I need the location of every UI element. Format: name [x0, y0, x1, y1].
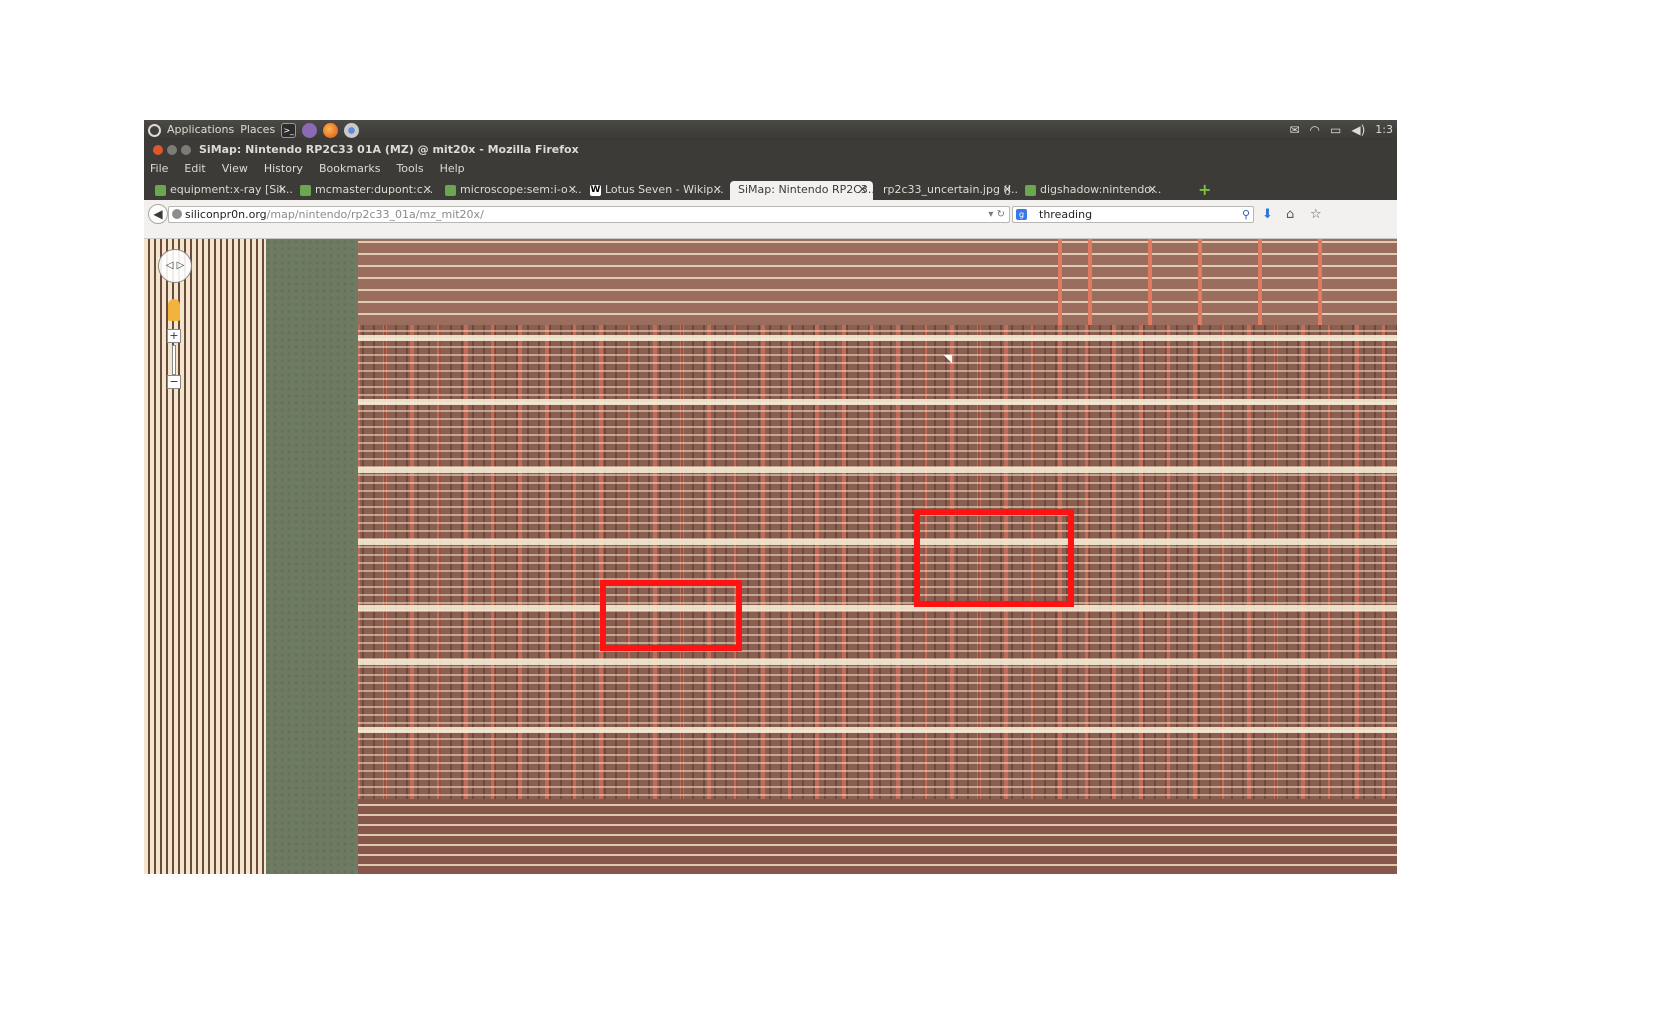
tab-label: rp2c33_uncertain.jpg (J...: [883, 183, 1018, 196]
new-tab-icon[interactable]: +: [1198, 181, 1211, 199]
reload-icon[interactable]: ▾ ↻: [988, 207, 1005, 222]
die-rail: [358, 659, 1397, 665]
die-top-band: [358, 239, 1397, 325]
tab-close-icon[interactable]: ✕: [1148, 181, 1157, 199]
mail-icon[interactable]: ✉: [1289, 120, 1299, 140]
menu-bookmarks[interactable]: Bookmarks: [319, 159, 380, 179]
zoom-slider[interactable]: [172, 345, 176, 375]
tab-close-icon[interactable]: ✕: [858, 181, 867, 199]
tab-digshadow[interactable]: digshadow:nintendo... ✕: [1020, 181, 1163, 200]
siliconpr0n-favicon-icon: [1025, 185, 1036, 196]
tab-close-icon[interactable]: ✕: [568, 181, 577, 199]
screen: Applications Places >_ ✉ ◠ ▭ ◀) 1:3 SiMa…: [144, 120, 1397, 874]
url-host: siliconpr0n.org: [185, 208, 267, 221]
tab-label: SiMap: Nintendo RP2C3...: [738, 183, 873, 196]
highlight-box-right: [914, 509, 1074, 607]
tab-label: mcmaster:dupont:c...: [315, 183, 434, 196]
siliconpr0n-favicon-icon: [300, 185, 311, 196]
die-trace: [1088, 239, 1092, 325]
die-rail: [358, 335, 1397, 341]
url-path: /map/nintendo/rp2c33_01a/mz_mit20x/: [266, 208, 484, 221]
back-button[interactable]: ◀: [148, 204, 168, 224]
window-title: SiMap: Nintendo RP2C33 01A (MZ) @ mit20x…: [199, 143, 579, 156]
wifi-icon[interactable]: ◠: [1310, 120, 1320, 140]
zoom-out-button[interactable]: −: [167, 375, 181, 389]
die-green-region: [266, 239, 358, 874]
battery-icon[interactable]: ▭: [1330, 120, 1341, 140]
terminal-icon[interactable]: >_: [281, 122, 297, 138]
window-close-button[interactable]: [153, 145, 163, 155]
tab-close-icon[interactable]: ✕: [278, 181, 287, 199]
firefox-icon[interactable]: [323, 122, 339, 138]
navigation-bar: ◀ siliconpr0n.org/map/nintendo/rp2c33_01…: [144, 200, 1397, 239]
die-trace: [1318, 239, 1322, 325]
ubuntu-logo-icon[interactable]: [148, 123, 161, 137]
menu-tools[interactable]: Tools: [396, 159, 423, 179]
home-icon[interactable]: ⌂: [1286, 206, 1294, 223]
tab-close-icon[interactable]: ✕: [1003, 181, 1012, 199]
die-bus-stripes: [144, 239, 266, 874]
die-map-viewport[interactable]: ◁ ▷ + −: [144, 239, 1397, 874]
tab-simap-active[interactable]: SiMap: Nintendo RP2C3... ✕: [730, 181, 873, 200]
tab-mcmaster[interactable]: mcmaster:dupont:c... ✕: [295, 181, 438, 200]
tab-equipment-xray[interactable]: equipment:x-ray [Sil... ✕: [150, 181, 293, 200]
die-rail: [358, 605, 1397, 611]
die-rail: [358, 539, 1397, 545]
menu-edit[interactable]: Edit: [184, 159, 205, 179]
site-identity-icon[interactable]: [172, 209, 182, 219]
applications-menu[interactable]: Applications: [167, 120, 234, 140]
pan-control[interactable]: ◁ ▷: [158, 249, 192, 283]
die-trace: [1058, 239, 1062, 325]
menu-help[interactable]: Help: [440, 159, 465, 179]
menu-view[interactable]: View: [222, 159, 248, 179]
mouse-cursor-icon: [943, 350, 957, 364]
wikipedia-favicon-icon: W: [590, 185, 601, 196]
gimp-icon[interactable]: [302, 122, 318, 138]
tab-label: digshadow:nintendo...: [1040, 183, 1162, 196]
search-bar[interactable]: g threading ⚲: [1012, 206, 1254, 223]
tab-lotus-seven[interactable]: W Lotus Seven - Wikip... ✕: [585, 181, 728, 200]
die-trace: [1258, 239, 1262, 325]
pegman-icon[interactable]: [168, 299, 180, 321]
chromium-icon[interactable]: [344, 122, 360, 138]
places-menu[interactable]: Places: [240, 120, 275, 140]
tab-close-icon[interactable]: ✕: [423, 181, 432, 199]
tab-bar: equipment:x-ray [Sil... ✕ mcmaster:dupon…: [144, 179, 1397, 200]
bookmark-star-icon[interactable]: ☆: [1310, 206, 1322, 223]
menu-file[interactable]: File: [150, 159, 168, 179]
window-maximize-button[interactable]: [181, 145, 191, 155]
highlight-box-left: [600, 580, 742, 651]
volume-icon[interactable]: ◀): [1351, 120, 1365, 140]
siliconpr0n-favicon-icon: [155, 185, 166, 196]
clock[interactable]: 1:3: [1375, 120, 1393, 140]
search-engine-icon[interactable]: g: [1016, 209, 1027, 220]
die-trace: [1198, 239, 1202, 325]
zoom-in-button[interactable]: +: [167, 329, 181, 343]
window-title-bar: SiMap: Nintendo RP2C33 01A (MZ) @ mit20x…: [144, 140, 1397, 159]
top-panel: Applications Places >_ ✉ ◠ ▭ ◀) 1:3: [144, 120, 1397, 140]
die-rail: [358, 399, 1397, 405]
tab-microscope-sem[interactable]: microscope:sem:i-o ... ✕: [440, 181, 583, 200]
die-rail: [358, 727, 1397, 733]
search-value: threading: [1039, 208, 1093, 221]
tab-label: equipment:x-ray [Sil...: [170, 183, 293, 196]
search-icon[interactable]: ⚲: [1242, 207, 1250, 222]
die-rail: [358, 467, 1397, 473]
tab-rp2c33-uncertain[interactable]: rp2c33_uncertain.jpg (J... ✕: [875, 181, 1018, 200]
tab-label: Lotus Seven - Wikip...: [605, 183, 724, 196]
download-icon[interactable]: ⬇: [1262, 206, 1273, 223]
die-bottom-band: [358, 799, 1397, 874]
siliconpr0n-favicon-icon: [445, 185, 456, 196]
window-minimize-button[interactable]: [167, 145, 177, 155]
address-bar[interactable]: siliconpr0n.org/map/nintendo/rp2c33_01a/…: [168, 206, 1010, 223]
tab-close-icon[interactable]: ✕: [713, 181, 722, 199]
tab-label: microscope:sem:i-o ...: [460, 183, 582, 196]
die-trace: [1148, 239, 1152, 325]
menu-bar: File Edit View History Bookmarks Tools H…: [144, 159, 1397, 179]
menu-history[interactable]: History: [264, 159, 303, 179]
